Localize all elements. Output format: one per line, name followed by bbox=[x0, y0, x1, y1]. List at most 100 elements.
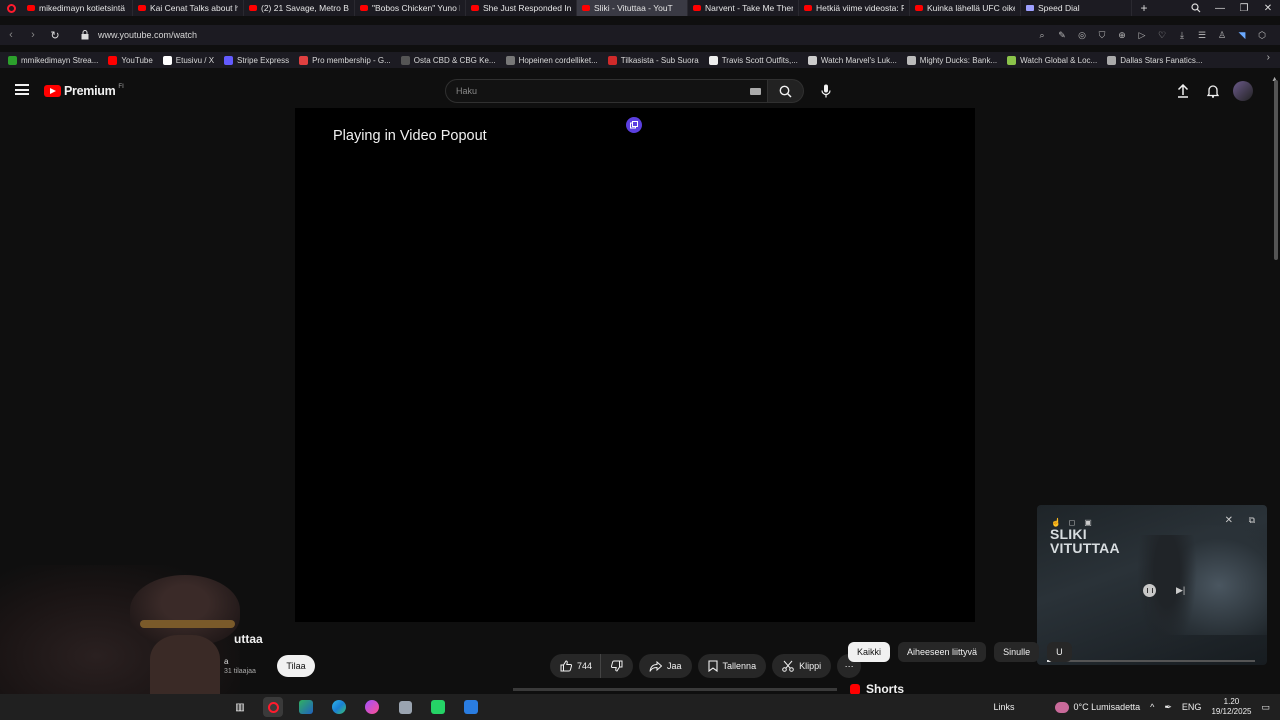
keyboard-icon[interactable] bbox=[750, 88, 761, 95]
account-button[interactable] bbox=[1232, 80, 1254, 102]
browser-tab[interactable]: Kuinka lähellä UFC oikea bbox=[910, 0, 1021, 16]
notification-center-icon[interactable]: ▭ bbox=[1261, 702, 1270, 713]
edge-icon[interactable] bbox=[329, 697, 349, 717]
youtube-premium-logo[interactable]: Premium FI bbox=[44, 84, 124, 98]
blue-app-icon[interactable] bbox=[461, 697, 481, 717]
clip-button[interactable]: Klippi bbox=[772, 654, 832, 678]
shorts-icon bbox=[850, 683, 860, 695]
heart-icon[interactable]: ♡ bbox=[1154, 27, 1170, 43]
lens-icon[interactable]: ⌕ bbox=[1034, 27, 1050, 43]
browser-tab[interactable]: She Just Responded In Th bbox=[466, 0, 577, 16]
bookmark-item[interactable]: Travis Scott Outfits,... bbox=[708, 55, 798, 65]
mini-popout-player[interactable]: ☝ ◻ ▣ SLIKI VITUTTAA ✕ ⧉ ▶| bbox=[1037, 505, 1267, 665]
messenger-icon[interactable] bbox=[362, 697, 382, 717]
like-button[interactable]: 744 bbox=[550, 654, 601, 678]
bookmark-item[interactable]: Dallas Stars Fanatics... bbox=[1107, 55, 1202, 65]
hamburger-menu-icon[interactable] bbox=[15, 84, 29, 95]
share-button[interactable]: Jaa bbox=[639, 654, 692, 678]
language-indicator[interactable]: ENG bbox=[1182, 702, 1202, 712]
notifications-button[interactable] bbox=[1202, 80, 1224, 102]
bookmark-item[interactable]: Etusivu / X bbox=[162, 55, 214, 65]
voice-search-button[interactable] bbox=[813, 79, 839, 103]
filter-chip[interactable]: Sinulle bbox=[994, 642, 1040, 662]
mini-player-title: SLIKI VITUTTAA bbox=[1050, 526, 1120, 556]
restore-button[interactable]: ❐ bbox=[1232, 0, 1256, 16]
browser-tab[interactable]: Hetkiä viime videosta: Pa bbox=[799, 0, 910, 16]
subscribe-button[interactable]: Tilaa bbox=[277, 655, 315, 677]
chevron-up-icon[interactable]: ^ bbox=[1150, 702, 1154, 712]
filter-chip[interactable]: Kaikki bbox=[848, 642, 891, 662]
url-field[interactable]: www.youtube.com/watch bbox=[98, 30, 197, 40]
browser-tab[interactable]: (2) 21 Savage, Metro Boom bbox=[244, 0, 355, 16]
browser-tab[interactable]: "Bobos Chicken" Yuno M bbox=[355, 0, 466, 16]
bookmark-item[interactable]: Tilkasista - Sub Suora bbox=[607, 55, 699, 65]
new-tab-button[interactable]: + bbox=[1136, 1, 1152, 15]
save-button[interactable]: Tallenna bbox=[697, 654, 767, 678]
green-app-icon[interactable] bbox=[428, 697, 448, 717]
opera-taskbar-icon[interactable] bbox=[263, 697, 283, 717]
pen-icon[interactable]: ✒ bbox=[1164, 702, 1172, 713]
vpn-icon[interactable]: ⬡ bbox=[1254, 27, 1270, 43]
shield-icon[interactable]: ⛉ bbox=[1094, 27, 1110, 43]
tab-favicon-icon bbox=[27, 5, 35, 11]
profile-icon[interactable]: ♙ bbox=[1214, 27, 1230, 43]
bookmark-item[interactable]: mmikedimayn Strea... bbox=[8, 55, 98, 65]
bookmark-item[interactable]: Watch Global & Loc... bbox=[1007, 55, 1097, 65]
bookmark-item[interactable]: Mighty Ducks: Bank... bbox=[906, 55, 997, 65]
youtube-play-icon bbox=[44, 85, 61, 97]
chart-app-icon[interactable] bbox=[296, 697, 316, 717]
forward-button[interactable]: › bbox=[22, 29, 44, 41]
search-button[interactable] bbox=[768, 79, 804, 103]
browser-tab[interactable]: Kai Cenat Talks about his bbox=[133, 0, 244, 16]
video-player[interactable]: Playing in Video Popout bbox=[295, 108, 975, 622]
description-bar[interactable] bbox=[513, 688, 837, 691]
tool-app-icon[interactable] bbox=[395, 697, 415, 717]
player-icon[interactable]: ▷ bbox=[1134, 27, 1150, 43]
extensions-icon[interactable]: ⊕ bbox=[1114, 27, 1130, 43]
download-icon[interactable]: ⤓ bbox=[1174, 27, 1190, 43]
tab-label: Narvent - Take Me There bbox=[705, 3, 793, 13]
filter-chip[interactable]: Aiheeseen liittyvä bbox=[898, 642, 987, 662]
lock-icon[interactable] bbox=[80, 30, 90, 40]
reload-button[interactable]: ↻ bbox=[44, 29, 66, 42]
expand-icon[interactable]: ⧉ bbox=[1249, 515, 1255, 526]
page-scrollbar[interactable] bbox=[1274, 80, 1278, 260]
browser-tab[interactable]: Speed Dial bbox=[1021, 0, 1132, 16]
browser-tab[interactable]: Sliki - Vituttaa - YouT bbox=[577, 0, 688, 16]
back-button[interactable]: ‹ bbox=[0, 29, 22, 41]
bookmark-favicon-icon bbox=[906, 55, 916, 65]
mini-progress-bar[interactable] bbox=[1047, 660, 1255, 662]
bookmark-favicon-icon bbox=[108, 55, 118, 65]
next-track-icon[interactable]: ▶| bbox=[1176, 585, 1185, 596]
tab-search-icon[interactable] bbox=[1184, 0, 1208, 16]
menu-icon[interactable]: ☰ bbox=[1194, 27, 1210, 43]
pause-button[interactable] bbox=[1143, 584, 1156, 597]
aria-icon[interactable]: ◥ bbox=[1234, 27, 1250, 43]
bookmark-item[interactable]: Osta CBD & CBG Ke... bbox=[400, 55, 496, 65]
snapshot-icon[interactable]: ◎ bbox=[1074, 27, 1090, 43]
bookmark-item[interactable]: YouTube bbox=[108, 55, 153, 65]
task-view-icon[interactable]: ▥ bbox=[230, 697, 250, 717]
bookmark-item[interactable]: Hopeinen cordelliket... bbox=[505, 55, 598, 65]
system-tray: Links 0°C Lumisadetta ^ ✒ ENG 1.20 19/12… bbox=[993, 694, 1270, 720]
filter-chip[interactable]: U bbox=[1047, 642, 1072, 662]
minimize-button[interactable]: — bbox=[1208, 0, 1232, 16]
video-popout-icon[interactable] bbox=[626, 117, 642, 133]
opera-menu-icon[interactable] bbox=[0, 0, 22, 16]
search-input[interactable] bbox=[456, 84, 736, 98]
bookmark-item[interactable]: Pro membership - G... bbox=[299, 55, 391, 65]
clock[interactable]: 1.20 19/12/2025 bbox=[1211, 697, 1251, 717]
browser-tab[interactable]: Narvent - Take Me There bbox=[688, 0, 799, 16]
dislike-button[interactable] bbox=[600, 654, 634, 678]
bookmark-item[interactable]: Watch Marvel's Luk... bbox=[807, 55, 897, 65]
channel-name[interactable]: a bbox=[224, 657, 228, 666]
upload-button[interactable] bbox=[1172, 80, 1194, 102]
links-toolbar[interactable]: Links bbox=[993, 702, 1014, 712]
edit-icon[interactable]: ✎ bbox=[1054, 27, 1070, 43]
weather-widget[interactable]: 0°C Lumisadetta bbox=[1054, 701, 1140, 713]
close-icon[interactable]: ✕ bbox=[1225, 515, 1233, 526]
browser-tab[interactable]: mikedimayn kotietsintä 2 bbox=[22, 0, 133, 16]
close-window-button[interactable]: ✕ bbox=[1256, 0, 1280, 16]
bookmarks-overflow-icon[interactable]: › bbox=[1267, 52, 1270, 63]
bookmark-item[interactable]: Stripe Express bbox=[224, 55, 289, 65]
